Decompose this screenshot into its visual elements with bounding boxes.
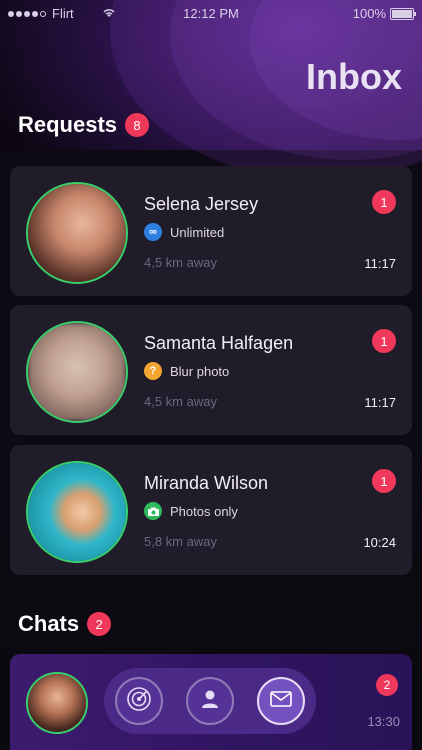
timestamp: 11:17 bbox=[364, 256, 396, 271]
page-title: Inbox bbox=[306, 56, 402, 97]
timestamp: 11:17 bbox=[364, 395, 396, 410]
battery-icon bbox=[390, 7, 416, 20]
status-bar: Flirt 12:12 PM 100% bbox=[0, 0, 422, 26]
request-card[interactable]: Samanta Halfagen ? Blur photo 4,5 km awa… bbox=[10, 305, 412, 435]
permission-label: ∞ Unlimited bbox=[144, 223, 224, 241]
radar-icon bbox=[126, 686, 152, 717]
requests-title: Requests bbox=[18, 112, 118, 137]
contact-name: Samanta Halfagen bbox=[144, 333, 294, 353]
permission-text: Photos only bbox=[170, 503, 238, 519]
unread-badge: 1 bbox=[372, 190, 396, 214]
unread-badge: 1 bbox=[372, 469, 396, 493]
avatar bbox=[26, 461, 128, 563]
unread-badge: 2 bbox=[376, 674, 398, 696]
mail-icon bbox=[269, 690, 292, 712]
request-card[interactable]: Miranda Wilson Photos only 5,8 km away 1… bbox=[10, 445, 412, 575]
contact-name: Selena Jersey bbox=[144, 194, 259, 214]
chat-item[interactable]: 2 13:30 bbox=[10, 654, 412, 750]
avatar bbox=[26, 672, 88, 734]
chats-title: Chats bbox=[18, 611, 80, 636]
battery-percent: 100% bbox=[352, 6, 386, 21]
timestamp: 13:30 bbox=[367, 714, 400, 729]
chats-header: Chats 2 bbox=[18, 611, 112, 637]
question-icon: ? bbox=[144, 362, 162, 380]
request-card[interactable]: Selena Jersey ∞ Unlimited 4,5 km away 1 … bbox=[10, 166, 412, 296]
timestamp: 10:24 bbox=[363, 535, 396, 550]
unread-badge: 1 bbox=[372, 329, 396, 353]
tab-profile[interactable] bbox=[185, 677, 234, 725]
permission-label: ? Blur photo bbox=[144, 362, 229, 380]
avatar bbox=[26, 321, 128, 423]
distance: 5,8 km away bbox=[144, 534, 217, 549]
permission-text: Unlimited bbox=[170, 224, 225, 240]
tab-radar[interactable] bbox=[115, 677, 164, 725]
permission-text: Blur photo bbox=[170, 363, 230, 379]
infinity-icon: ∞ bbox=[144, 223, 162, 241]
contact-name: Miranda Wilson bbox=[144, 473, 269, 493]
tab-bar bbox=[104, 668, 316, 734]
requests-header: Requests 8 bbox=[18, 112, 150, 138]
permission-label: Photos only bbox=[144, 502, 238, 520]
tab-inbox[interactable] bbox=[256, 677, 305, 725]
camera-icon bbox=[144, 502, 162, 520]
distance: 4,5 km away bbox=[144, 255, 217, 270]
avatar bbox=[26, 182, 128, 284]
chats-count-badge: 2 bbox=[87, 612, 112, 636]
profile-icon bbox=[199, 688, 221, 715]
distance: 4,5 km away bbox=[144, 394, 217, 409]
requests-count-badge: 8 bbox=[125, 113, 150, 137]
